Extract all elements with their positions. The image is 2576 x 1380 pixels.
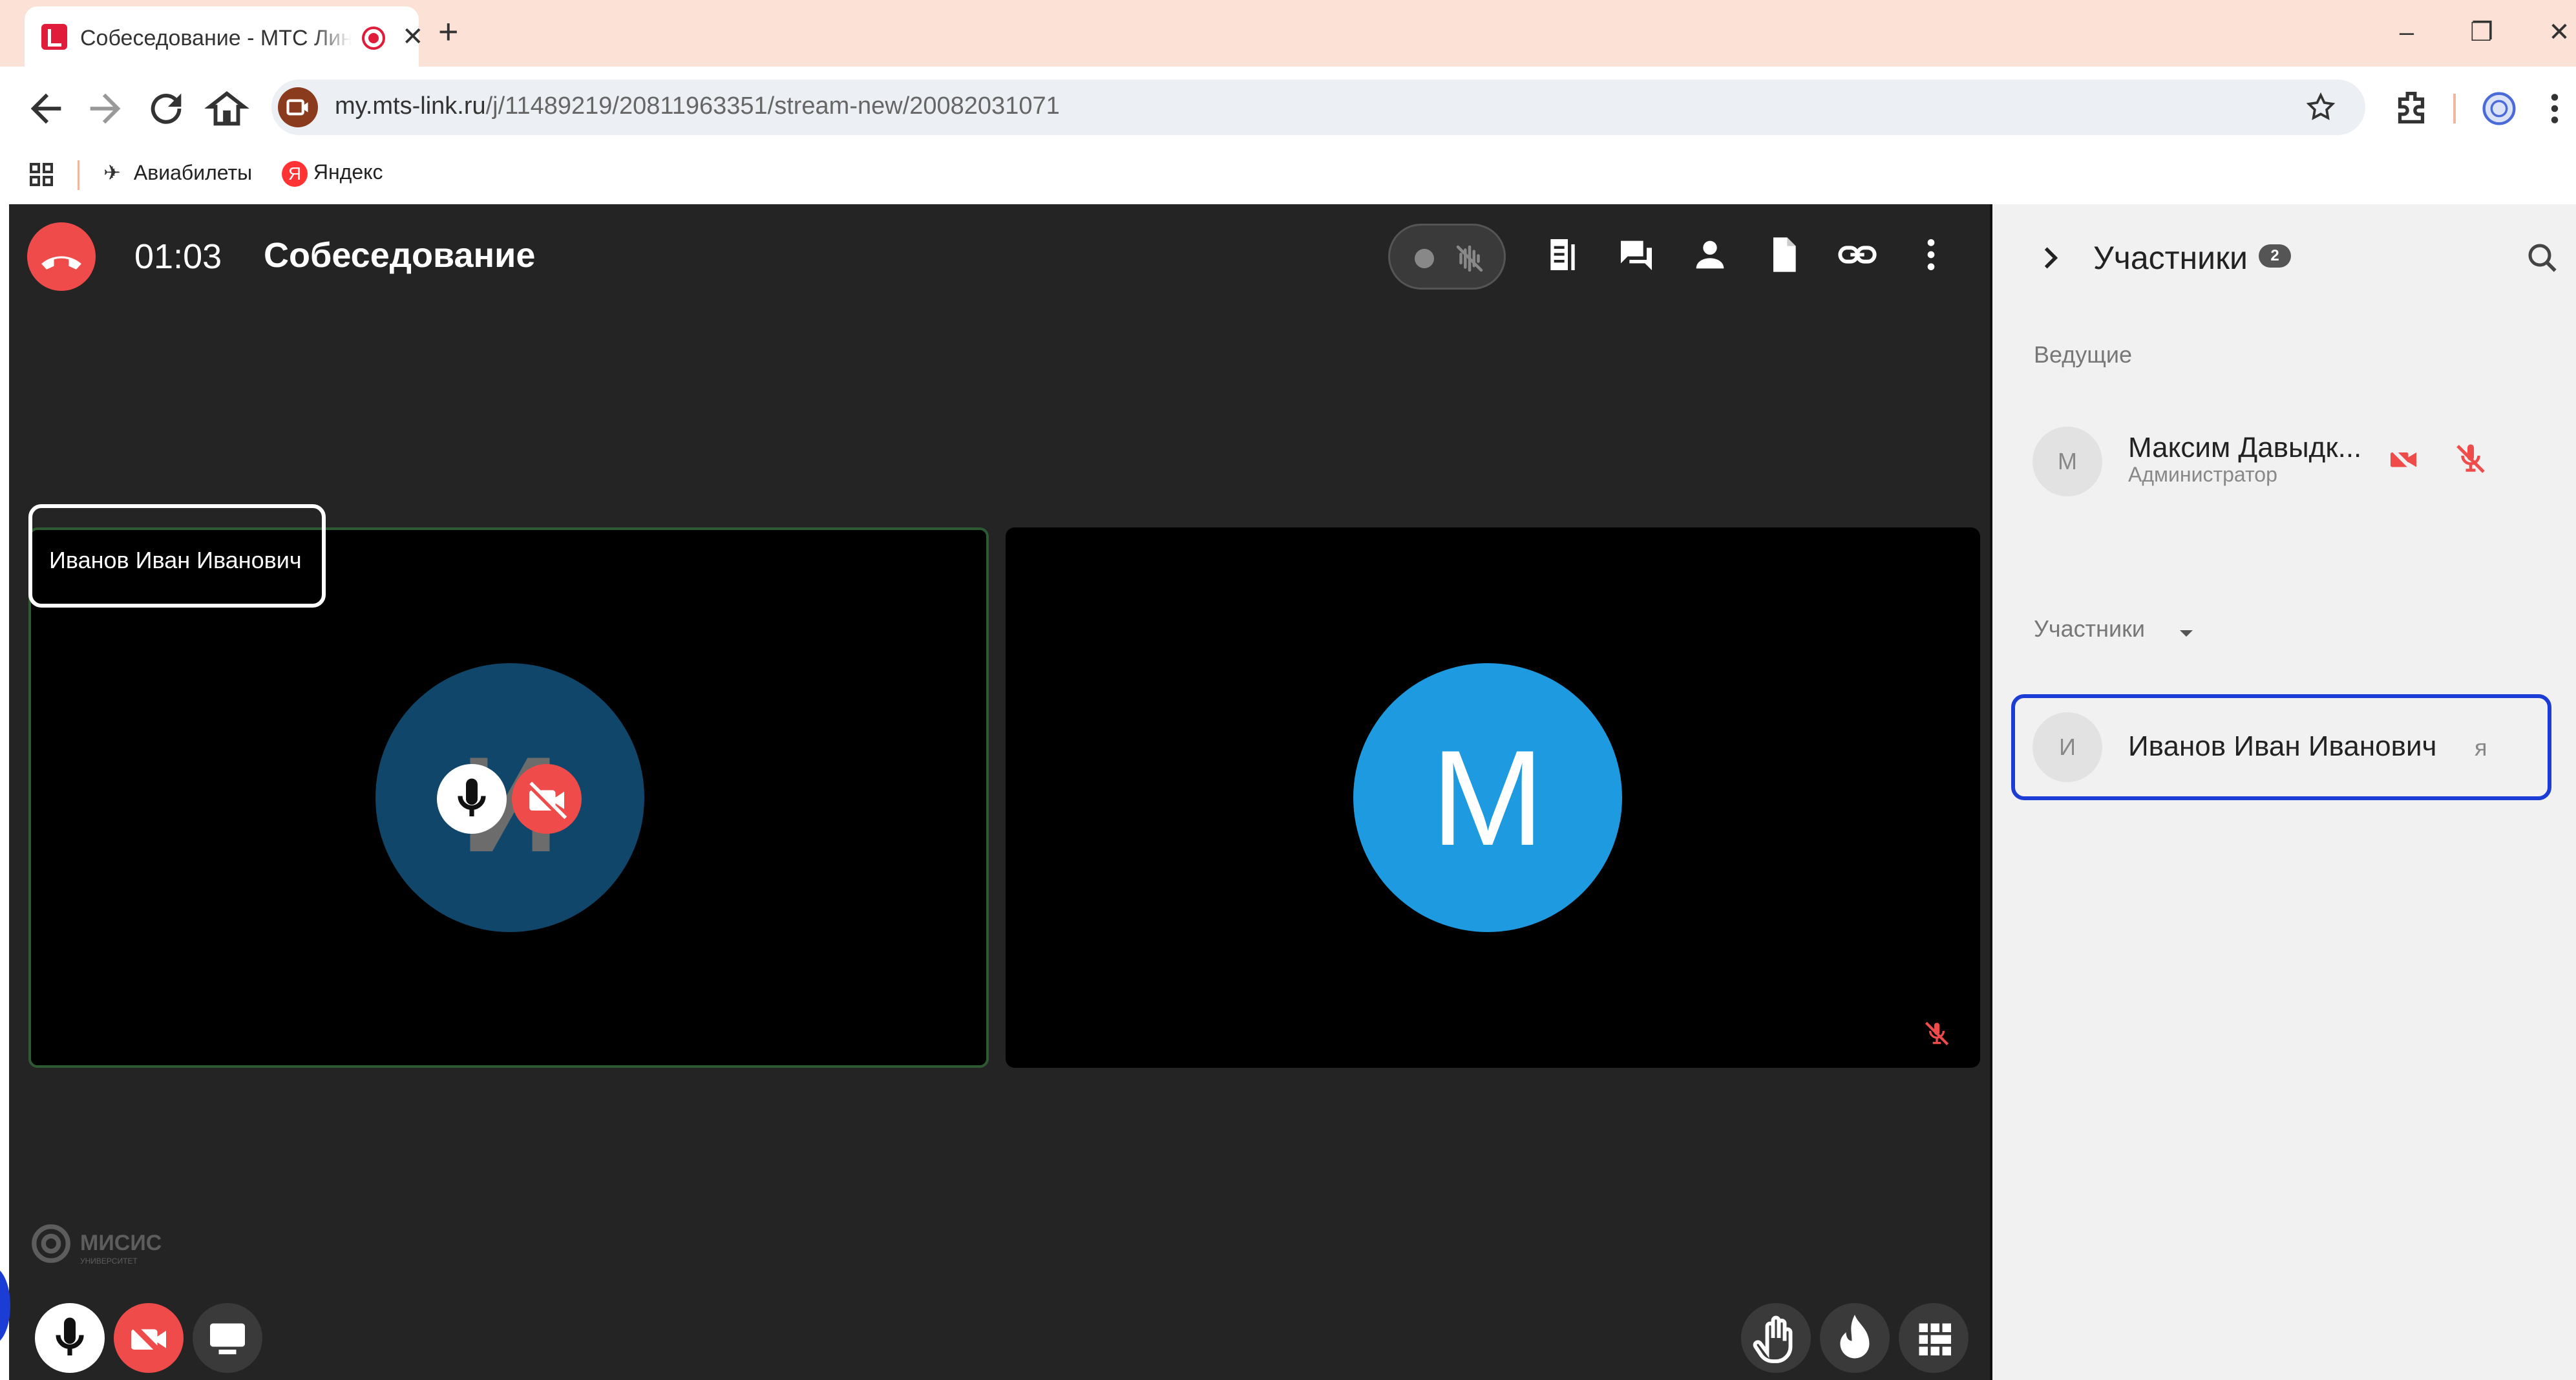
logo-subtitle: УНИВЕРСИТЕТ <box>80 1257 138 1266</box>
minimize-icon[interactable]: – <box>2387 13 2426 52</box>
bookmark-star-icon[interactable] <box>2305 91 2337 123</box>
participant-name: Иванов Иван Иванович <box>2128 730 2437 762</box>
collapse-panel-icon[interactable] <box>2034 242 2066 274</box>
restore-icon[interactable]: ❐ <box>2462 13 2501 52</box>
toolbar-divider <box>2453 94 2456 123</box>
participants-icon[interactable] <box>1689 234 1731 275</box>
noise-off-icon <box>1452 241 1487 276</box>
extensions-icon[interactable] <box>2389 86 2434 131</box>
browser-tab-strip: Собеседование - МТС Линк ✕ + – ❐ ✕ <box>0 0 2576 67</box>
participants-panel: Участники 2 Ведущие М Максим Давыдк... А… <box>1990 204 2576 1380</box>
more-options-icon[interactable] <box>1910 234 1952 275</box>
meeting-stage: 01:03 Собеседование Иванов Иван Иванович… <box>9 204 1990 1380</box>
url-text: my.mts-link.ru/j/11489219/20811963351/st… <box>335 92 1060 120</box>
avatar-letter: М <box>1431 722 1545 874</box>
mic-on-icon <box>437 764 507 834</box>
address-bar[interactable]: my.mts-link.ru/j/11489219/20811963351/st… <box>271 80 2365 135</box>
participant-avatar: И <box>375 663 644 932</box>
screen-share-button[interactable] <box>193 1303 262 1373</box>
document-icon[interactable] <box>1763 234 1804 275</box>
chevron-down-icon <box>2173 621 2199 646</box>
site-camera-icon <box>278 87 318 127</box>
participants-count-badge: 2 <box>2259 244 2291 268</box>
home-icon[interactable] <box>204 86 249 131</box>
hosts-section-label: Ведущие <box>2034 341 2132 368</box>
raise-hand-button[interactable] <box>1741 1303 1811 1373</box>
browser-menu-icon[interactable] <box>2539 86 2576 131</box>
layout-grid-button[interactable] <box>1899 1303 1969 1373</box>
forward-icon[interactable] <box>83 86 128 131</box>
agenda-icon[interactable] <box>1542 234 1583 275</box>
hang-up-button[interactable] <box>27 222 96 291</box>
host-role: Администратор <box>2128 463 2277 486</box>
bookmarks-bar: ✈ Авиабилеты Я Яндекс <box>0 149 2576 204</box>
yandex-logo-icon: Я <box>282 160 308 187</box>
avatar-letter: И <box>461 728 559 880</box>
noise-suppression-toggle[interactable] <box>1388 224 1506 290</box>
link-icon[interactable] <box>1837 234 1878 275</box>
misis-logo: МИСИС УНИВЕРСИТЕТ <box>28 1218 171 1276</box>
mts-link-favicon-icon <box>41 24 67 50</box>
url-host: my.mts-link.ru <box>335 92 486 120</box>
chat-icon[interactable] <box>1616 234 1657 275</box>
host-name: Максим Давыдк... <box>2128 432 2362 463</box>
me-label: я <box>2475 734 2487 761</box>
browser-toolbar: my.mts-link.ru/j/11489219/20811963351/st… <box>0 67 2576 149</box>
new-tab-button[interactable]: + <box>438 14 459 49</box>
browser-tab[interactable]: Собеседование - МТС Линк ✕ <box>25 6 424 67</box>
participants-section-label: Участники <box>2034 615 2145 642</box>
logo-text: МИСИС <box>80 1231 162 1255</box>
avatar: И <box>2032 712 2102 782</box>
bookmark-aviabilety[interactable]: ✈ Авиабилеты <box>103 160 252 185</box>
reactions-button[interactable] <box>1820 1303 1890 1373</box>
camera-off-icon <box>512 764 582 834</box>
meeting-title: Собеседование <box>264 236 536 275</box>
bookmark-label: Яндекс <box>313 160 383 184</box>
close-tab-icon[interactable]: ✕ <box>402 21 424 53</box>
recording-indicator-icon <box>362 27 385 50</box>
meeting-timer: 01:03 <box>134 237 222 276</box>
avatar: М <box>2032 427 2102 496</box>
reload-icon[interactable] <box>143 86 189 131</box>
url-path: /j/11489219/20811963351/stream-new/20082… <box>485 92 1060 120</box>
bookmark-yandex[interactable]: Я Яндекс <box>282 160 383 187</box>
panel-title: Участники <box>2093 240 2248 276</box>
microphone-button[interactable] <box>35 1303 105 1373</box>
tab-title: Собеседование - МТС Линк <box>80 26 352 51</box>
close-window-icon[interactable]: ✕ <box>2540 13 2576 52</box>
panel-header: Участники 2 <box>1992 204 2576 301</box>
mic-muted-icon <box>1921 1017 1953 1050</box>
bookmarks-divider <box>78 160 79 190</box>
airplane-icon: ✈ <box>103 161 121 184</box>
profile-avatar[interactable] <box>2476 86 2522 131</box>
camera-off-icon <box>2384 440 2423 478</box>
mic-muted-icon <box>2451 440 2490 478</box>
camera-toggle-button[interactable] <box>114 1303 184 1373</box>
participant-avatar: М <box>1353 663 1622 932</box>
tile-name-label: Иванов Иван Иванович <box>28 504 326 608</box>
toggle-knob <box>1415 249 1434 268</box>
back-icon[interactable] <box>23 86 69 131</box>
bookmark-label: Авиабилеты <box>133 161 253 184</box>
search-icon[interactable] <box>2524 239 2562 278</box>
apps-grid-icon[interactable] <box>26 159 57 190</box>
